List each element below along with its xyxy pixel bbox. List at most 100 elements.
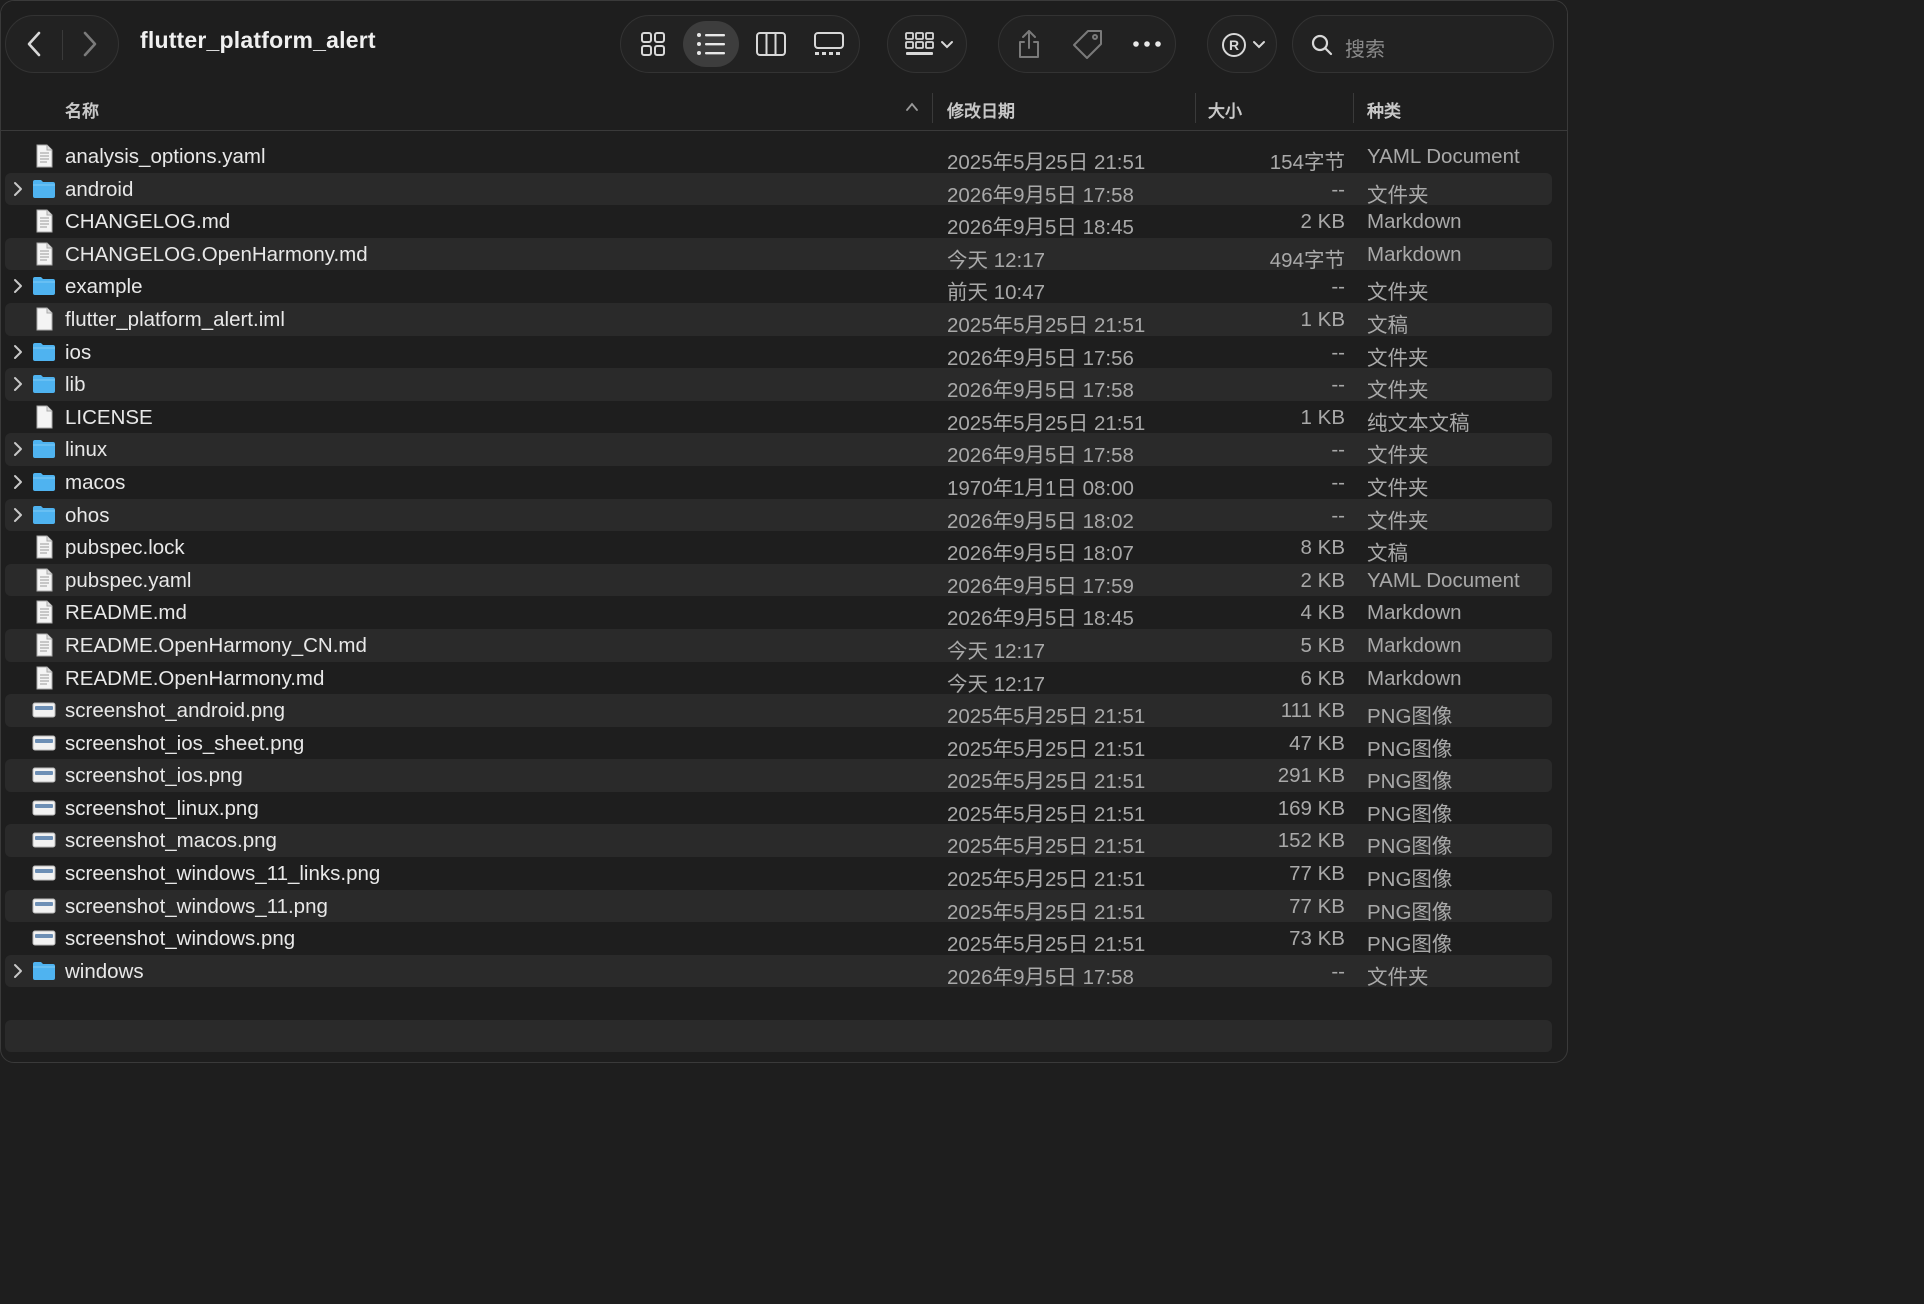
sort-ascending-icon[interactable]	[905, 101, 919, 113]
file-date: 2026年9月5日 17:58	[947, 379, 1134, 403]
file-kind: 文稿	[1367, 542, 1408, 566]
file-size: 6 KB	[1300, 666, 1345, 690]
file-row[interactable]: CHANGELOG.OpenHarmony.md 今天 12:17 494字节 Mar…	[5, 237, 1552, 272]
file-size: 1 KB	[1300, 307, 1345, 331]
list-view-button[interactable]	[683, 21, 739, 67]
chevron-down-icon	[941, 41, 953, 49]
file-size: 111 KB	[1280, 699, 1345, 723]
folder-row[interactable]: macos 1970年1月1日 08:00 -- 文件夹	[5, 466, 1552, 500]
file-size: 169 KB	[1277, 796, 1345, 820]
file-row[interactable]: screenshot_windows.png 2025年5月25日 21:51 73…	[5, 922, 1552, 956]
folder-row[interactable]: ohos 2026年9月5日 18:02 -- 文件夹	[5, 498, 1552, 533]
file-row[interactable]: screenshot_macos.png 2025年5月25日 21:51 152 …	[5, 824, 1552, 859]
file-kind: PNG图像	[1367, 802, 1453, 826]
disclosure-triangle-icon[interactable]	[11, 344, 25, 360]
blank-file-icon	[32, 307, 56, 331]
disclosure-triangle-icon[interactable]	[11, 181, 25, 197]
image-file-icon	[32, 861, 56, 885]
back-button[interactable]	[6, 16, 62, 72]
more-icon	[1133, 41, 1161, 47]
file-kind: 文件夹	[1367, 444, 1429, 468]
file-size: 494字节	[1269, 248, 1345, 272]
file-kind: 文件夹	[1367, 379, 1429, 403]
file-size: 77 KB	[1289, 862, 1345, 886]
file-row[interactable]: README.OpenHarmony_CN.md 今天 12:17 5 KB Mark…	[5, 628, 1552, 663]
forward-button[interactable]	[62, 16, 118, 72]
folder-row[interactable]: lib 2026年9月5日 17:58 -- 文件夹	[5, 368, 1552, 403]
file-date: 2025年5月25日 21:51	[947, 313, 1146, 337]
file-name: pubspec.yaml	[65, 568, 192, 592]
file-size: --	[1331, 340, 1345, 364]
file-row[interactable]: pubspec.lock 2026年9月5日 18:07 8 KB 文稿	[5, 531, 1552, 566]
file-size: --	[1331, 959, 1345, 983]
disclosure-triangle-icon[interactable]	[11, 963, 25, 979]
file-row[interactable]: screenshot_android.png 2025年5月25日 21:51 11…	[5, 694, 1552, 728]
file-name: README.OpenHarmony.md	[65, 666, 325, 690]
file-row[interactable]: screenshot_windows_11.png 2025年5月25日 21:5…	[5, 889, 1552, 924]
folder-icon	[32, 274, 56, 298]
file-size: 73 KB	[1289, 927, 1345, 951]
disclosure-triangle-icon[interactable]	[11, 278, 25, 294]
file-row[interactable]: screenshot_ios_sheet.png 2025年5月25日 21:51…	[5, 727, 1552, 761]
column-separator[interactable]	[1195, 93, 1196, 123]
disclosure-triangle-icon[interactable]	[11, 507, 25, 523]
file-row[interactable]: README.OpenHarmony.md 今天 12:17 6 KB Markdow…	[5, 662, 1552, 696]
file-date: 2026年9月5日 17:56	[947, 346, 1134, 370]
column-separator[interactable]	[932, 93, 933, 123]
folder-row[interactable]: ios 2026年9月5日 17:56 -- 文件夹	[5, 336, 1552, 370]
file-row[interactable]: CHANGELOG.md 2026年9月5日 18:45 2 KB Markdown	[5, 205, 1552, 239]
folder-icon	[32, 177, 56, 201]
file-kind: Markdown	[1367, 601, 1462, 625]
file-name: CHANGELOG.md	[65, 210, 231, 234]
file-row[interactable]: screenshot_windows_11_links.png 2025年5月25…	[5, 857, 1552, 892]
file-row[interactable]: screenshot_linux.png 2025年5月25日 21:51 169 …	[5, 792, 1552, 826]
column-kind-header[interactable]: 种类	[1367, 97, 1401, 122]
column-name-header[interactable]: 名称	[65, 97, 99, 122]
file-row[interactable]: LICENSE 2025年5月25日 21:51 1 KB 纯文本文稿	[5, 401, 1552, 435]
file-size: 47 KB	[1289, 731, 1345, 755]
column-date-header[interactable]: 修改日期	[947, 97, 1015, 122]
file-size: 291 KB	[1277, 764, 1345, 788]
file-size: 1 KB	[1300, 405, 1345, 429]
column-view-button[interactable]	[743, 21, 799, 67]
file-date: 2025年5月25日 21:51	[947, 411, 1146, 435]
folder-row[interactable]: android 2026年9月5日 17:58 -- 文件夹	[5, 172, 1552, 207]
file-name: screenshot_windows_11.png	[65, 894, 328, 918]
file-date: 2026年9月5日 17:58	[947, 965, 1134, 989]
group-by-button[interactable]	[887, 15, 967, 73]
folder-icon	[32, 959, 56, 983]
more-button[interactable]	[1119, 21, 1175, 67]
file-row[interactable]: README.md 2026年9月5日 18:45 4 KB Markdown	[5, 596, 1552, 630]
icon-view-button[interactable]	[625, 21, 681, 67]
folder-row[interactable]: example 前天 10:47 -- 文件夹	[5, 270, 1552, 304]
search-input[interactable]: 搜索	[1292, 15, 1554, 73]
share-button[interactable]	[1001, 21, 1057, 67]
file-kind: PNG图像	[1367, 835, 1453, 859]
column-size-header[interactable]: 大小	[1208, 97, 1242, 122]
tag-button[interactable]	[1060, 21, 1116, 67]
disclosure-triangle-icon[interactable]	[11, 474, 25, 490]
folder-row[interactable]: windows 2026年9月5日 17:58 -- 文件夹	[5, 954, 1552, 989]
disclosure-triangle-icon[interactable]	[11, 441, 25, 457]
file-row[interactable]: screenshot_ios.png 2025年5月25日 21:51 291 KB…	[5, 759, 1552, 793]
folder-icon	[32, 470, 56, 494]
image-file-icon	[32, 698, 56, 722]
file-name: README.md	[65, 601, 187, 625]
file-size: --	[1331, 470, 1345, 494]
image-file-icon	[32, 828, 56, 852]
file-name: screenshot_windows_11_links.png	[65, 862, 381, 886]
registered-menu-button[interactable]: R	[1207, 15, 1277, 73]
file-kind: PNG图像	[1367, 868, 1453, 892]
file-row[interactable]: flutter_platform_alert.iml 2025年5月25日 21:…	[5, 302, 1552, 337]
chevron-left-icon	[27, 31, 41, 57]
file-row[interactable]: pubspec.yaml 2026年9月5日 17:59 2 KB YAML Docu…	[5, 563, 1552, 598]
file-row[interactable]: analysis_options.yaml 2025年5月25日 21:51 154…	[5, 140, 1552, 174]
file-size: 2 KB	[1300, 210, 1345, 234]
gallery-view-button[interactable]	[801, 21, 857, 67]
file-name: screenshot_android.png	[65, 699, 285, 723]
folder-row[interactable]: linux 2026年9月5日 17:58 -- 文件夹	[5, 433, 1552, 468]
disclosure-triangle-icon[interactable]	[11, 376, 25, 392]
column-separator[interactable]	[1353, 93, 1354, 123]
file-size: 8 KB	[1300, 536, 1345, 560]
file-date: 2025年5月25日 21:51	[947, 802, 1146, 826]
